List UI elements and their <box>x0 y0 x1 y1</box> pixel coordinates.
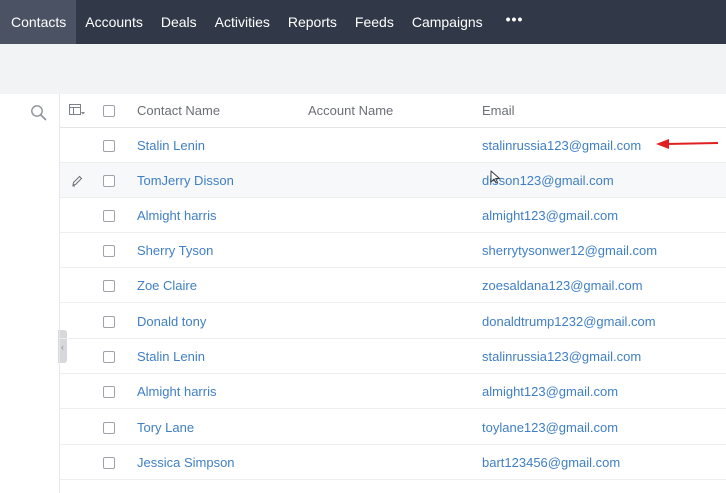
table-row[interactable]: Tory Lane toylane123@gmail.com <box>60 410 726 445</box>
select-all-checkbox[interactable] <box>103 105 115 117</box>
left-sidebar <box>0 94 58 493</box>
row-checkbox[interactable] <box>103 175 115 187</box>
email-link[interactable]: sherrytysonwer12@gmail.com <box>482 243 657 258</box>
header-email[interactable]: Email <box>482 103 515 118</box>
mouse-cursor-icon <box>490 170 500 184</box>
email-link[interactable]: zoesaldana123@gmail.com <box>482 278 643 293</box>
email-link[interactable]: almight123@gmail.com <box>482 208 618 223</box>
table-row[interactable]: Stalin Lenin stalinrussia123@gmail.com <box>60 128 726 163</box>
table-row[interactable]: Jessica Simpson bart123456@gmail.com <box>60 445 726 480</box>
table-row[interactable]: TomJerry Disson disson123@gmail.com <box>60 163 726 198</box>
row-checkbox[interactable] <box>103 422 115 434</box>
nav-tab-reports[interactable]: Reports <box>279 0 346 44</box>
contact-name-link[interactable]: Tory Lane <box>137 420 194 435</box>
email-link[interactable]: disson123@gmail.com <box>482 173 614 188</box>
email-link[interactable]: stalinrussia123@gmail.com <box>482 138 641 153</box>
table-row[interactable]: Almight harris almight123@gmail.com <box>60 198 726 233</box>
column-settings-icon[interactable] <box>69 104 85 116</box>
table-row[interactable]: Almight harris almight123@gmail.com <box>60 374 726 409</box>
email-link[interactable]: toylane123@gmail.com <box>482 420 618 435</box>
row-checkbox[interactable] <box>103 316 115 328</box>
email-link[interactable]: stalinrussia123@gmail.com <box>482 349 641 364</box>
email-link[interactable]: donaldtrump1232@gmail.com <box>482 314 656 329</box>
nav-tab-accounts[interactable]: Accounts <box>76 0 152 44</box>
table-row[interactable]: Donald tony donaldtrump1232@gmail.com <box>60 304 726 339</box>
table-row[interactable]: Zoe Claire zoesaldana123@gmail.com <box>60 268 726 303</box>
row-checkbox[interactable] <box>103 351 115 363</box>
toolbar <box>0 44 726 94</box>
nav-tab-activities[interactable]: Activities <box>206 0 279 44</box>
pencil-icon[interactable] <box>71 175 83 187</box>
contact-name-link[interactable]: Stalin Lenin <box>137 349 205 364</box>
table-row[interactable]: Sherry Tyson sherrytysonwer12@gmail.com <box>60 233 726 268</box>
nav-tab-feeds[interactable]: Feeds <box>346 0 403 44</box>
contact-name-link[interactable]: Jessica Simpson <box>137 455 235 470</box>
red-arrow-annotation <box>656 139 718 149</box>
nav-tab-deals[interactable]: Deals <box>152 0 206 44</box>
contact-name-link[interactable]: Sherry Tyson <box>137 243 213 258</box>
table-row[interactable]: Stalin Lenin stalinrussia123@gmail.com <box>60 339 726 374</box>
row-checkbox[interactable] <box>103 457 115 469</box>
header-account-name[interactable]: Account Name <box>308 103 393 118</box>
contact-name-link[interactable]: Almight harris <box>137 384 216 399</box>
table-header-row: Contact Name Account Name Email <box>60 94 726 128</box>
nav-tab-campaigns[interactable]: Campaigns <box>403 0 492 44</box>
row-checkbox[interactable] <box>103 245 115 257</box>
contact-name-link[interactable]: Stalin Lenin <box>137 138 205 153</box>
search-icon[interactable] <box>30 104 47 121</box>
row-checkbox[interactable] <box>103 386 115 398</box>
row-checkbox[interactable] <box>103 280 115 292</box>
email-link[interactable]: almight123@gmail.com <box>482 384 618 399</box>
contacts-table: Contact Name Account Name Email Stalin L… <box>59 94 726 493</box>
header-contact-name[interactable]: Contact Name <box>137 103 220 118</box>
contact-name-link[interactable]: Almight harris <box>137 208 216 223</box>
nav-more-button[interactable]: ••• <box>492 0 538 44</box>
nav-tab-contacts[interactable]: Contacts <box>0 0 77 44</box>
row-checkbox[interactable] <box>103 210 115 222</box>
email-link[interactable]: bart123456@gmail.com <box>482 455 620 470</box>
contact-name-link[interactable]: TomJerry Disson <box>137 173 234 188</box>
row-checkbox[interactable] <box>103 140 115 152</box>
contact-name-link[interactable]: Zoe Claire <box>137 278 197 293</box>
top-navigation: Contacts Accounts Deals Activities Repor… <box>0 0 726 44</box>
contact-name-link[interactable]: Donald tony <box>137 314 206 329</box>
